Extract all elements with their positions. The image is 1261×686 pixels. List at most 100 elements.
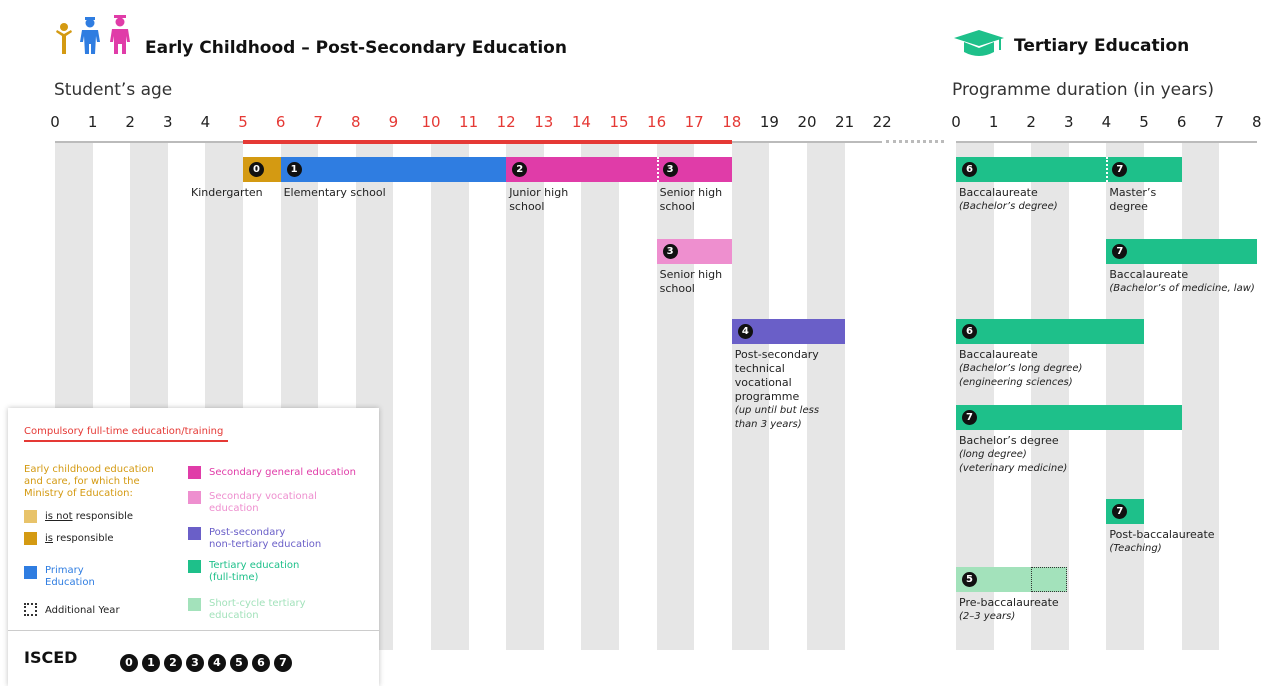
age-tick: 8 [351, 113, 361, 131]
elementary-isced-badge: 1 [286, 162, 302, 177]
duration-tick: 2 [1026, 113, 1036, 131]
legend-swatch-primary [24, 566, 37, 579]
label-line: programme [734, 390, 800, 403]
bacc-medicine-bar [1106, 239, 1257, 264]
age-tick: 0 [50, 113, 60, 131]
legend-primary-line-2: Education [45, 577, 95, 588]
age-tick: 14 [571, 113, 591, 131]
legend-compulsory: Compulsory full-time education/training [24, 426, 224, 437]
legend-swatch-additional [24, 603, 37, 616]
age-tick: 7 [313, 113, 323, 131]
legend-post-secondary-line-2: non-tertiary education [209, 539, 322, 550]
junior-high-label: Junior high school [509, 186, 568, 214]
bachelor-vet-label: Bachelor’s degree (long degree) (veterinar… [959, 434, 1067, 476]
baccalaureate-bar [956, 157, 1107, 182]
note-line: than 3 years) [734, 419, 802, 430]
isced-level-badge: 2 [164, 654, 182, 672]
label-line: Kindergarten [191, 186, 263, 199]
legend-short-cycle: Short-cycle tertiary education [209, 598, 306, 622]
label-line: technical [734, 362, 785, 375]
note-line: (up until but less [734, 405, 820, 416]
legend-swatch-short-cycle [188, 598, 201, 611]
legend-ecec-line-3: Ministry of Education: [24, 488, 133, 499]
compulsory-range-line [243, 140, 732, 144]
legend-ecec-line-1: Early childhood education [24, 464, 154, 475]
legend-short-cycle-line-1: Short-cycle tertiary [209, 598, 306, 609]
legend-secondary-general: Secondary general education [209, 467, 356, 478]
age-tick: 21 [835, 113, 855, 131]
bachelor-master-divider [1106, 157, 1109, 182]
note-line: (engineering sciences) [959, 377, 1073, 388]
isced-level-badge: 6 [252, 654, 270, 672]
legend-swatch-secondary-general [188, 466, 201, 479]
isced-level-badge: 1 [142, 654, 160, 672]
elementary-bar [280, 157, 507, 182]
legend-ecec-line-2: and care, for which the [24, 476, 140, 487]
duration-tick: 6 [1176, 113, 1187, 131]
age-tick: 1 [87, 113, 98, 131]
bachelor-vet-bar [956, 405, 1182, 430]
children-icon [54, 14, 134, 56]
post-secondary-label: Post-secondary technical vocational program… [735, 348, 819, 432]
senior-high-general-isced-badge: 3 [662, 162, 678, 177]
senior-high-vocational-isced-badge: 3 [662, 244, 678, 259]
bacc-medicine-label: Baccalaureate (Bachelor’s of medicine, la… [1109, 268, 1254, 296]
label-line: Junior high [509, 186, 569, 199]
left-title: Early Childhood – Post-Secondary Educati… [145, 38, 567, 58]
legend-additional: Additional Year [45, 605, 120, 616]
note-line: (Bachelor’s degree) [959, 201, 1058, 212]
bacc-engineering-isced-badge: 6 [962, 324, 977, 339]
post-secondary-isced-badge: 4 [737, 324, 753, 339]
label-line: Baccalaureate [959, 348, 1038, 361]
age-band [656, 143, 695, 650]
label-line: Post-baccalaureate [1109, 528, 1215, 541]
legend-ecec-is-rest: responsible [53, 533, 114, 544]
age-band [431, 143, 469, 650]
age-tick: 13 [534, 113, 554, 131]
isced-level-badge: 5 [230, 654, 248, 672]
senior-high-vocational-label: Senior high school [660, 268, 723, 296]
legend-divider [8, 630, 379, 631]
duration-band [1106, 143, 1144, 650]
label-line: Senior high [659, 268, 723, 281]
graduation-cap-icon [952, 28, 1006, 58]
age-tick: 10 [421, 113, 441, 131]
duration-tick: 0 [951, 113, 961, 131]
label-line: school [509, 200, 545, 213]
age-tick: 5 [238, 113, 248, 131]
legend-swatch-ecec-is [24, 532, 37, 545]
isced-levels: 01234567 [120, 651, 296, 672]
kindergarten-label: Kindergarten [191, 186, 263, 200]
label-line: Senior high [659, 186, 723, 199]
legend-post-secondary-line-1: Post-secondary [209, 527, 286, 538]
label-line: Baccalaureate [1109, 268, 1189, 281]
bachelor-vet-isced-badge: 7 [962, 410, 977, 425]
right-axis-line [956, 141, 1257, 143]
label-line: school [659, 282, 695, 295]
legend-compulsory-underline [24, 440, 228, 442]
age-tick: 15 [609, 113, 629, 131]
age-tick: 9 [388, 113, 399, 131]
right-subtitle: Programme duration (in years) [952, 80, 1215, 100]
note-line: (Teaching) [1109, 543, 1162, 554]
duration-band [1181, 143, 1220, 650]
legend-secondary-vocational: Secondary vocational education [209, 491, 317, 515]
age-tick: 11 [459, 113, 479, 131]
isced-label: ISCED [24, 648, 78, 667]
right-title: Tertiary Education [1014, 36, 1190, 56]
age-tick: 22 [872, 113, 892, 131]
label-line: Elementary school [283, 186, 386, 199]
age-tick: 17 [684, 113, 704, 131]
age-tick: 20 [797, 113, 817, 131]
junior-high-bar [506, 157, 657, 182]
note-line: (Bachelor’s of medicine, law) [1109, 283, 1255, 294]
baccalaureate-label: Baccalaureate (Bachelor’s degree) [959, 186, 1058, 214]
legend-swatch-post-secondary [188, 527, 201, 540]
age-tick: 6 [275, 113, 286, 131]
legend-ecec-not-underlined: is not [45, 511, 73, 522]
note-line: (2–3 years) [959, 611, 1016, 622]
legend-ecec-is-underlined: is [45, 533, 53, 544]
duration-tick: 4 [1101, 113, 1112, 131]
label-line: Master’s [1109, 186, 1157, 199]
label-line: degree [1109, 200, 1148, 213]
